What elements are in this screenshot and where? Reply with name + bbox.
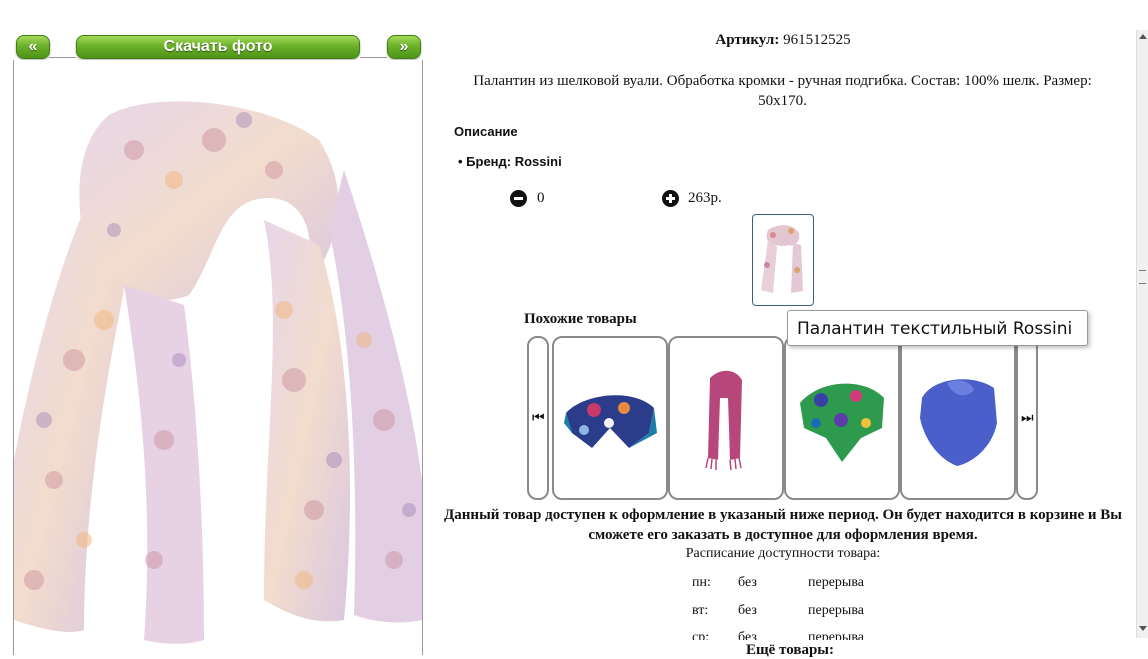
page-scrollbar[interactable]	[1136, 30, 1148, 638]
similar-item[interactable]	[552, 336, 668, 500]
photo-thumbnail[interactable]	[752, 214, 814, 306]
schedule-to: перерыва	[808, 630, 864, 640]
scroll-down-icon[interactable]	[1139, 626, 1147, 631]
scarf-photo-icon	[14, 101, 422, 644]
sku-value: 961512525	[783, 32, 851, 48]
scarf-green-floral-icon	[800, 383, 884, 462]
schedule-title: Расписание доступности товара:	[685, 546, 881, 561]
bullet: •	[458, 154, 467, 169]
decrease-quantity-icon[interactable]	[510, 190, 527, 207]
schedule-clip: ср: без перерыва	[680, 628, 900, 640]
schedule-day: пн:	[692, 575, 711, 590]
schedule-day: ср:	[692, 630, 710, 640]
product-description: Палантин из шелковой вуали. Обработка кр…	[473, 73, 1092, 109]
schedule-from: без	[738, 630, 757, 640]
toolbar-divider	[49, 57, 76, 58]
more-products-heading: Ещё товары:	[745, 642, 835, 658]
schedule-to: перерыва	[808, 603, 864, 618]
skip-forward-icon: ⏭	[1021, 410, 1034, 426]
scarf-navy-floral-icon	[564, 395, 657, 448]
sku-label: Артикул:	[715, 32, 780, 48]
carousel-next-button[interactable]: ⏭	[1016, 336, 1038, 500]
sku-line: Артикул: 961512525	[433, 32, 1133, 49]
scarf-blue-icon	[920, 379, 997, 466]
details-heading: Описание	[454, 124, 518, 139]
schedule-from: без	[738, 603, 757, 618]
brand-label: Бренд: Rossini	[466, 154, 562, 169]
similar-item[interactable]	[668, 336, 784, 500]
product-photo	[13, 60, 423, 655]
schedule-day: вт:	[692, 603, 709, 618]
schedule-to: перерыва	[808, 575, 864, 590]
availability-notice: Данный товар доступен к оформление в ука…	[443, 507, 1123, 543]
brand-list-item: • Бренд: Rossini	[458, 154, 562, 169]
product-tooltip: Палантин текстильный Rossini	[787, 310, 1088, 346]
next-photo-button[interactable]: »	[387, 35, 421, 59]
skip-back-icon: ⏮	[532, 410, 545, 426]
price-value: 263р.	[688, 190, 722, 206]
similar-item[interactable]	[784, 336, 900, 500]
prev-photo-button[interactable]: «	[16, 35, 50, 59]
scroll-up-icon[interactable]	[1139, 34, 1147, 39]
increase-quantity-icon[interactable]	[662, 190, 679, 207]
scarf-pink-icon	[705, 370, 742, 471]
similar-heading: Похожие товары	[524, 311, 637, 327]
scroll-thumb[interactable]	[1139, 270, 1146, 284]
toolbar-divider	[360, 57, 387, 58]
carousel-prev-button[interactable]: ⏮	[527, 336, 549, 500]
quantity-value: 0	[537, 190, 545, 206]
schedule-from: без	[738, 575, 757, 590]
scarf-thumbnail-icon	[761, 225, 803, 293]
similar-item[interactable]	[900, 336, 1016, 500]
download-photo-button[interactable]: Скачать фото	[76, 35, 360, 59]
